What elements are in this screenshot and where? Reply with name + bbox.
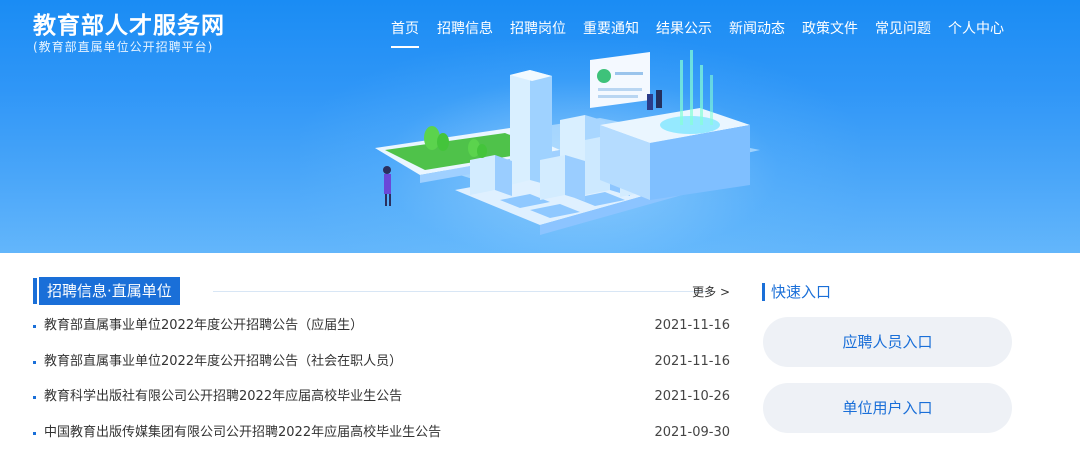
news-date: 2021-11-16 bbox=[654, 318, 730, 333]
nav-notices[interactable]: 重要通知 bbox=[583, 18, 639, 38]
nav-recruit-info[interactable]: 招聘信息 bbox=[437, 18, 493, 38]
site-subtitle: (教育部直属单位公开招聘平台) bbox=[33, 40, 214, 54]
news-title[interactable]: 中国教育出版传媒集团有限公司公开招聘2022年应届高校毕业生公告 bbox=[44, 423, 441, 443]
list-item: 教育科学出版社有限公司公开招聘2022年应届高校毕业生公告 2021-10-26 bbox=[33, 387, 730, 423]
bullet-icon bbox=[33, 431, 36, 435]
bullet-icon bbox=[33, 396, 36, 399]
bullet-icon bbox=[33, 360, 36, 364]
news-title[interactable]: 教育部直属事业单位2022年度公开招聘公告（社会在职人员） bbox=[44, 352, 402, 372]
site-title[interactable]: 教育部人才服务网 bbox=[33, 6, 225, 40]
nav-home[interactable]: 首页 bbox=[391, 18, 419, 48]
news-date: 2021-10-26 bbox=[654, 389, 730, 404]
applicant-entry-button[interactable]: 应聘人员入口 bbox=[763, 317, 1012, 367]
quick-accent-bar bbox=[762, 283, 765, 301]
news-title[interactable]: 教育科学出版社有限公司公开招聘2022年应届高校毕业生公告 bbox=[44, 387, 402, 407]
hero-banner: 教育部人才服务网 (教育部直属单位公开招聘平台) 首页 招聘信息 招聘岗位 重要… bbox=[0, 0, 1080, 253]
list-item: 教育部直属事业单位2022年度公开招聘公告（应届生） 2021-11-16 bbox=[33, 316, 730, 352]
nav-policy[interactable]: 政策文件 bbox=[802, 18, 858, 38]
bullet-icon bbox=[33, 325, 36, 328]
recruit-list: 教育部直属事业单位2022年度公开招聘公告（应届生） 2021-11-16 教育… bbox=[33, 316, 730, 455]
more-link[interactable]: 更多 > bbox=[692, 283, 730, 300]
section-accent-bar bbox=[33, 278, 37, 304]
nav-faq[interactable]: 常见问题 bbox=[875, 18, 931, 38]
section-divider bbox=[213, 291, 713, 292]
news-date: 2021-09-30 bbox=[654, 424, 730, 440]
nav-results[interactable]: 结果公示 bbox=[656, 18, 712, 38]
recruit-section-header: 招聘信息·直属单位 更多 > bbox=[33, 277, 730, 305]
list-item: 教育部直属事业单位2022年度公开招聘公告（社会在职人员） 2021-11-16 bbox=[33, 352, 730, 388]
recruit-section-title: 招聘信息·直属单位 bbox=[39, 277, 180, 305]
news-title[interactable]: 教育部直属事业单位2022年度公开招聘公告（应届生） bbox=[44, 316, 363, 336]
quick-entry-title: 快速入口 bbox=[771, 283, 832, 301]
news-date: 2021-11-16 bbox=[654, 353, 730, 369]
employer-entry-button[interactable]: 单位用户入口 bbox=[763, 383, 1012, 433]
nav-personal-center[interactable]: 个人中心 bbox=[948, 18, 1004, 38]
nav-news[interactable]: 新闻动态 bbox=[729, 18, 785, 38]
list-item: 中国教育出版传媒集团有限公司公开招聘2022年应届高校毕业生公告 2021-09… bbox=[33, 423, 730, 455]
nav-recruit-posts[interactable]: 招聘岗位 bbox=[510, 18, 566, 38]
